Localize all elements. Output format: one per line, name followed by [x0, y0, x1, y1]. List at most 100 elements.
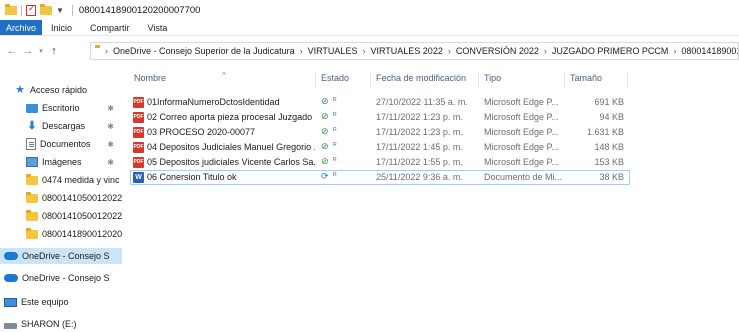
pin-icon[interactable]: ✱ [107, 158, 114, 167]
tab-compartir[interactable]: Compartir [81, 20, 139, 35]
sidebar-item-este-equipo[interactable]: Este equipo [0, 294, 122, 310]
recent-locations-chevron-icon[interactable]: ▾ [36, 47, 46, 55]
folder-icon [26, 191, 38, 203]
shared-people-icon: ᴿ [333, 141, 337, 150]
sync-ok-icon: ⊘ [321, 96, 329, 106]
breadcrumb-separator-icon[interactable]: › [300, 46, 303, 56]
file-modified: 27/10/2022 11:35 a. m. [376, 97, 468, 107]
file-modified: 17/11/2022 1:55 p. m. [376, 157, 463, 167]
pdf-icon: PDF [133, 97, 144, 108]
file-size: 38 KB [599, 172, 624, 182]
shared-people-icon: ᴿ [333, 156, 337, 165]
sidebar-item-label: Escritorio [42, 103, 80, 113]
drive-icon [4, 322, 17, 329]
syncing-icon: ⟳ [321, 171, 329, 181]
sidebar-item-onedrive[interactable]: OneDrive - Consejo S [0, 270, 122, 286]
sidebar-item-label: OneDrive - Consejo S [22, 251, 110, 261]
navigation-bar: ← → ▾ ↑ › OneDrive - Consejo Superior de… [0, 40, 739, 62]
address-bar[interactable]: › OneDrive - Consejo Superior de la Judi… [90, 42, 739, 60]
sidebar-item-label: Descargas [42, 121, 86, 131]
tab-inicio[interactable]: Inicio [42, 20, 81, 35]
pin-icon[interactable]: ✱ [107, 122, 114, 131]
folder-icon [26, 173, 38, 185]
column-header-name[interactable]: Nombre ^ [130, 71, 316, 87]
breadcrumb-separator-icon[interactable]: › [448, 46, 451, 56]
column-header-type[interactable]: Tipo [480, 73, 565, 87]
tab-vista[interactable]: Vista [139, 20, 177, 35]
file-name: 03 PROCESO 2020-00077 [147, 127, 256, 137]
download-icon: ⬇ [27, 119, 37, 132]
sync-ok-icon: ⊘ [321, 126, 329, 136]
sync-ok-icon: ⊘ [321, 156, 329, 166]
breadcrumb-separator-icon[interactable]: › [105, 46, 108, 56]
computer-icon [4, 297, 17, 307]
properties-icon[interactable] [26, 3, 36, 16]
shared-people-icon: ᴿ [333, 171, 337, 180]
breadcrumb-current-folder[interactable]: 08001418900120200007700 [681, 46, 738, 56]
sidebar-item-onedrive-selected[interactable]: OneDrive - Consejo S [0, 248, 122, 264]
file-row-selected[interactable]: W 06 Conersion Titulo ok ⟳ ᴿ 25/11/2022 … [130, 170, 630, 185]
breadcrumb-juzgado[interactable]: JUZGADO PRIMERO PCCM [552, 46, 669, 56]
sidebar-item-descargas[interactable]: ⬇ Descargas ✱ [0, 118, 122, 134]
window-title: 08001418900120200007700 [78, 4, 201, 16]
column-header-status[interactable]: Estado [317, 73, 371, 87]
sidebar-item-folder[interactable]: 080014105001202200 [0, 208, 122, 224]
file-name: 05 Depositos judiciales Vicente Carlos S… [147, 157, 315, 167]
file-type: Microsoft Edge P... [484, 157, 559, 167]
sidebar-item-sharon-drive[interactable]: SHARON (E:) [0, 316, 122, 332]
tab-archivo[interactable]: Archivo [0, 20, 43, 35]
breadcrumb-onedrive[interactable]: OneDrive - Consejo Superior de la Judica… [113, 46, 295, 56]
file-row[interactable]: PDF 01InformaNumeroDctosIdentidad ⊘ ᴿ 27… [130, 95, 630, 110]
ribbon-tabs: Archivo Inicio Compartir Vista [0, 20, 739, 36]
sidebar-item-imagenes[interactable]: Imágenes ✱ [0, 154, 122, 170]
sidebar-item-label: Este equipo [21, 297, 69, 307]
back-arrow-icon[interactable]: ← [4, 45, 20, 57]
file-size: 1.631 KB [586, 127, 624, 137]
column-header-label: Fecha de modificación [376, 73, 467, 83]
sidebar-item-documentos[interactable]: Documentos ✱ [0, 136, 122, 152]
file-row[interactable]: PDF 03 PROCESO 2020-00077 ⊘ ᴿ 17/11/2022… [130, 125, 630, 140]
file-modified: 17/11/2022 1:45 p. m. [376, 142, 463, 152]
navigation-pane: ★ Acceso rápido Escritorio ✱ ⬇ Descargas… [0, 68, 122, 332]
sidebar-item-escritorio[interactable]: Escritorio ✱ [0, 100, 122, 116]
column-header-row: Nombre ^ Estado Fecha de modificación Ti… [130, 68, 630, 88]
file-size: 153 KB [594, 157, 624, 167]
shared-people-icon: ᴿ [333, 126, 337, 135]
sidebar-item-folder[interactable]: 080014189001202000 [0, 226, 122, 242]
file-type: Microsoft Edge P... [484, 112, 559, 122]
file-row[interactable]: PDF 02 Correo aporta pieza procesal Juzg… [130, 110, 630, 125]
column-header-label: Estado [321, 73, 350, 83]
star-icon: ★ [15, 83, 25, 96]
breadcrumb-separator-icon[interactable]: › [362, 46, 365, 56]
folder-icon [5, 3, 17, 15]
sidebar-item-folder[interactable]: 0474 medida y vinc [0, 172, 122, 188]
title-bar: ▼ 08001418900120200007700 [0, 0, 739, 20]
file-row[interactable]: PDF 04 Depositos Judiciales Manuel Grego… [130, 140, 630, 155]
quick-access-dropdown-icon[interactable]: ▼ [56, 6, 64, 15]
pin-icon[interactable]: ✱ [107, 140, 114, 149]
sidebar-item-acceso-rapido[interactable]: ★ Acceso rápido [0, 82, 122, 98]
column-header-size[interactable]: Tamaño [566, 73, 628, 87]
folder-icon [26, 209, 38, 221]
sidebar-item-label: OneDrive - Consejo S [22, 273, 110, 283]
separator [71, 4, 73, 16]
breadcrumb-separator-icon[interactable]: › [673, 46, 676, 56]
breadcrumb-separator-icon[interactable]: › [544, 46, 547, 56]
cloud-icon [4, 274, 18, 282]
up-arrow-icon[interactable]: ↑ [46, 45, 62, 57]
file-modified: 17/11/2022 1:23 p. m. [376, 127, 463, 137]
file-row[interactable]: PDF 05 Depositos judiciales Vicente Carl… [130, 155, 630, 170]
breadcrumb-virtuales[interactable]: VIRTUALES [308, 46, 358, 56]
new-folder-icon[interactable] [40, 3, 52, 15]
column-header-label: Tamaño [570, 73, 603, 83]
column-header-label: Tipo [484, 73, 502, 83]
breadcrumb-virtuales-2022[interactable]: VIRTUALES 2022 [370, 46, 442, 56]
forward-arrow-icon[interactable]: → [20, 45, 36, 57]
file-size: 691 KB [594, 97, 624, 107]
breadcrumb-conversion-2022[interactable]: CONVERSIÓN 2022 [456, 46, 539, 56]
file-name: 02 Correo aporta pieza procesal Juzgado … [147, 112, 315, 122]
sidebar-item-folder[interactable]: 080014105001202200 [0, 190, 122, 206]
pin-icon[interactable]: ✱ [107, 104, 114, 113]
sync-ok-icon: ⊘ [321, 141, 329, 151]
column-header-modified[interactable]: Fecha de modificación [372, 73, 479, 87]
